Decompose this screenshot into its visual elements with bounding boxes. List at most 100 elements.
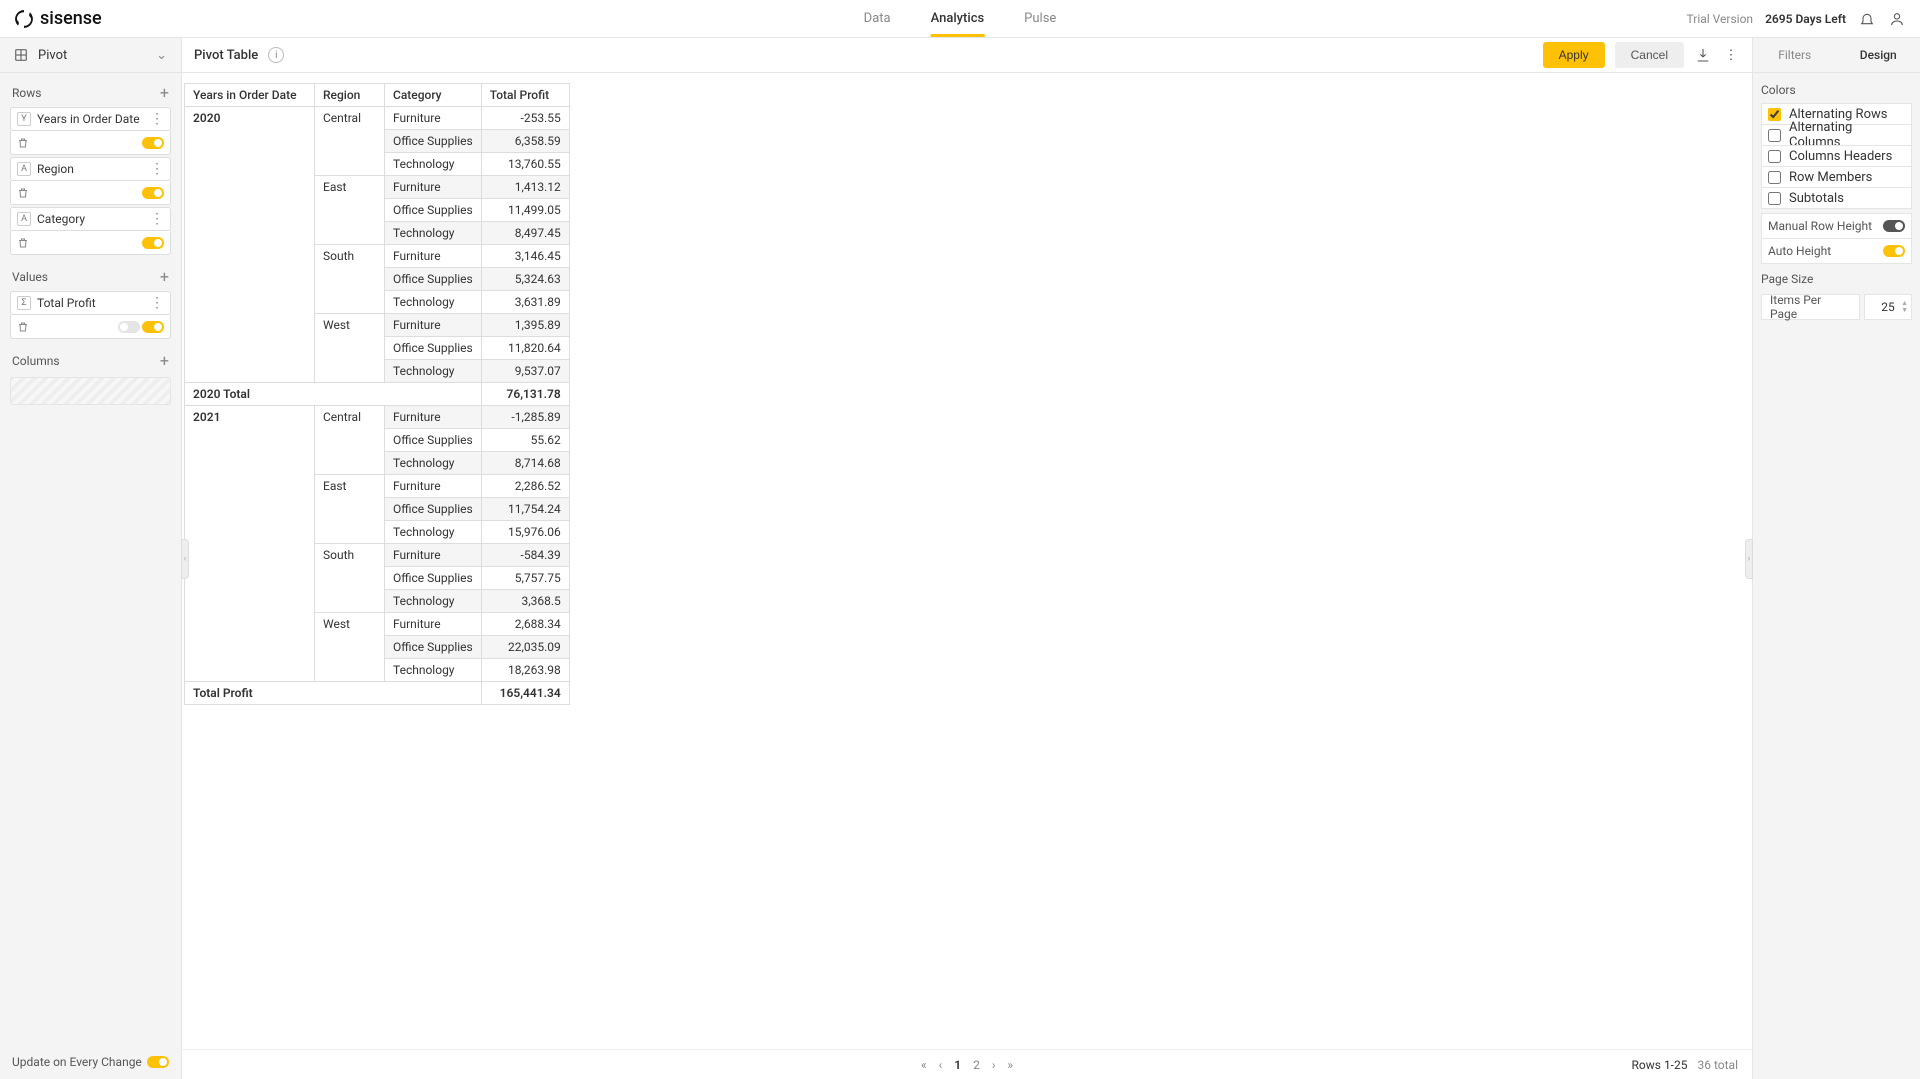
- cell-value: -1,285.89: [481, 406, 569, 429]
- cell-region: East: [315, 475, 385, 544]
- add-column-button[interactable]: +: [160, 353, 169, 369]
- tab-filters[interactable]: Filters: [1753, 38, 1837, 72]
- cell-value: 1,395.89: [481, 314, 569, 337]
- values-title: Values: [12, 270, 48, 284]
- columns-dropzone[interactable]: [10, 377, 171, 405]
- check-alternating-columns[interactable]: Alternating Columns: [1761, 124, 1912, 146]
- row-field-region[interactable]: ARegion⋮: [10, 157, 171, 181]
- field-toggle[interactable]: [142, 237, 164, 249]
- update-toggle[interactable]: [147, 1056, 169, 1068]
- field-toggle[interactable]: [142, 187, 164, 199]
- value-toggle-b[interactable]: [142, 321, 164, 333]
- row-field-years[interactable]: YYears in Order Date⋮: [10, 107, 171, 131]
- cell-region: West: [315, 314, 385, 383]
- trash-icon[interactable]: [17, 321, 29, 333]
- cell-category: Office Supplies: [385, 268, 482, 291]
- value-field-profit[interactable]: ΣTotal Profit⋮: [10, 291, 171, 315]
- cell-category: Office Supplies: [385, 429, 482, 452]
- widget-title: Pivot Table: [194, 48, 258, 63]
- cell-category: Furniture: [385, 176, 482, 199]
- pager-next-icon[interactable]: ›: [989, 1058, 999, 1072]
- cell-category: Office Supplies: [385, 636, 482, 659]
- rows-title: Rows: [12, 86, 41, 100]
- items-per-page-label: Items Per Page: [1761, 294, 1860, 320]
- table-row: 2020CentralFurniture-253.55: [185, 107, 570, 130]
- check-subtotals[interactable]: Subtotals: [1761, 187, 1912, 209]
- items-per-page-input[interactable]: 25▲▼: [1864, 294, 1912, 320]
- cell-category: Technology: [385, 590, 482, 613]
- cell-category: Technology: [385, 291, 482, 314]
- cell-category: Technology: [385, 521, 482, 544]
- widget-type-selector[interactable]: Pivot ⌄: [0, 38, 181, 73]
- cell-category: Office Supplies: [385, 199, 482, 222]
- field-menu-icon[interactable]: ⋮: [150, 295, 164, 311]
- cancel-button[interactable]: Cancel: [1615, 42, 1684, 68]
- nav-analytics[interactable]: Analytics: [911, 0, 1005, 37]
- cell-value: 1,413.12: [481, 176, 569, 199]
- cell-value: 5,757.75: [481, 567, 569, 590]
- row-field-category[interactable]: ACategory⋮: [10, 207, 171, 231]
- widget-toolbar: Pivot Table i Apply Cancel ⋮: [182, 38, 1752, 73]
- update-on-change: Update on Every Change: [0, 1045, 181, 1079]
- brand-text: sisense: [40, 8, 102, 29]
- check-columns-headers[interactable]: Columns Headers: [1761, 145, 1912, 167]
- check-row-members[interactable]: Row Members: [1761, 166, 1912, 188]
- pager-page-2[interactable]: 2: [970, 1058, 983, 1072]
- add-value-button[interactable]: +: [160, 269, 169, 285]
- manual-row-toggle[interactable]: [1883, 220, 1905, 232]
- columns-title: Columns: [12, 354, 60, 368]
- trash-icon[interactable]: [17, 237, 29, 249]
- header-year[interactable]: Years in Order Date: [185, 84, 315, 107]
- cell-category: Furniture: [385, 544, 482, 567]
- cell-value: 6,358.59: [481, 130, 569, 153]
- pager-prev-icon[interactable]: ‹: [936, 1058, 946, 1072]
- right-panel: Filters Design Colors Alternating Rows A…: [1752, 38, 1920, 1079]
- cell-value: 3,368.5: [481, 590, 569, 613]
- cell-region: Central: [315, 107, 385, 176]
- nav-data[interactable]: Data: [844, 0, 911, 37]
- manual-row-height: Manual Row Height: [1761, 213, 1912, 239]
- download-icon[interactable]: [1694, 46, 1712, 64]
- cell-year: 2021: [185, 406, 315, 682]
- tab-design[interactable]: Design: [1837, 38, 1920, 72]
- auto-height-toggle[interactable]: [1883, 245, 1905, 257]
- cell-category: Office Supplies: [385, 130, 482, 153]
- pager-last-icon[interactable]: »: [1004, 1058, 1016, 1072]
- field-menu-icon[interactable]: ⋮: [150, 211, 164, 227]
- left-collapse-handle[interactable]: ‹: [181, 539, 189, 579]
- header-total-profit[interactable]: Total Profit: [481, 84, 569, 107]
- cell-value: 8,497.45: [481, 222, 569, 245]
- top-right: Trial Version 2695 Days Left: [1687, 10, 1906, 28]
- colors-title: Colors: [1761, 83, 1912, 97]
- pager-page-1[interactable]: 1: [951, 1058, 964, 1072]
- nav-pulse[interactable]: Pulse: [1004, 0, 1076, 37]
- cell-value: 55.62: [481, 429, 569, 452]
- cell-region: East: [315, 176, 385, 245]
- info-icon[interactable]: i: [268, 47, 284, 63]
- widget-type-label: Pivot: [38, 48, 67, 63]
- field-menu-icon[interactable]: ⋮: [150, 111, 164, 127]
- value-toggle-a[interactable]: [118, 321, 140, 333]
- add-row-button[interactable]: +: [160, 85, 169, 101]
- user-icon[interactable]: [1888, 10, 1906, 28]
- stepper-icon[interactable]: ▲▼: [1901, 300, 1908, 314]
- trash-icon[interactable]: [17, 137, 29, 149]
- pager-first-icon[interactable]: «: [918, 1058, 930, 1072]
- apply-button[interactable]: Apply: [1543, 42, 1605, 68]
- header-category[interactable]: Category: [385, 84, 482, 107]
- cell-value: 8,714.68: [481, 452, 569, 475]
- header-region[interactable]: Region: [315, 84, 385, 107]
- field-menu-icon[interactable]: ⋮: [150, 161, 164, 177]
- page-size-title: Page Size: [1761, 272, 1912, 286]
- cell-category: Technology: [385, 153, 482, 176]
- trash-icon[interactable]: [17, 187, 29, 199]
- field-toggle[interactable]: [142, 137, 164, 149]
- bell-icon[interactable]: [1858, 10, 1876, 28]
- cell-value: 2,688.34: [481, 613, 569, 636]
- cell-value: 5,324.63: [481, 268, 569, 291]
- pager: « ‹ 1 2 › » Rows 1-25 36 total: [182, 1049, 1752, 1079]
- cell-value: 3,631.89: [481, 291, 569, 314]
- right-collapse-handle[interactable]: ›: [1745, 539, 1753, 579]
- cell-region: Central: [315, 406, 385, 475]
- more-icon[interactable]: ⋮: [1722, 46, 1740, 64]
